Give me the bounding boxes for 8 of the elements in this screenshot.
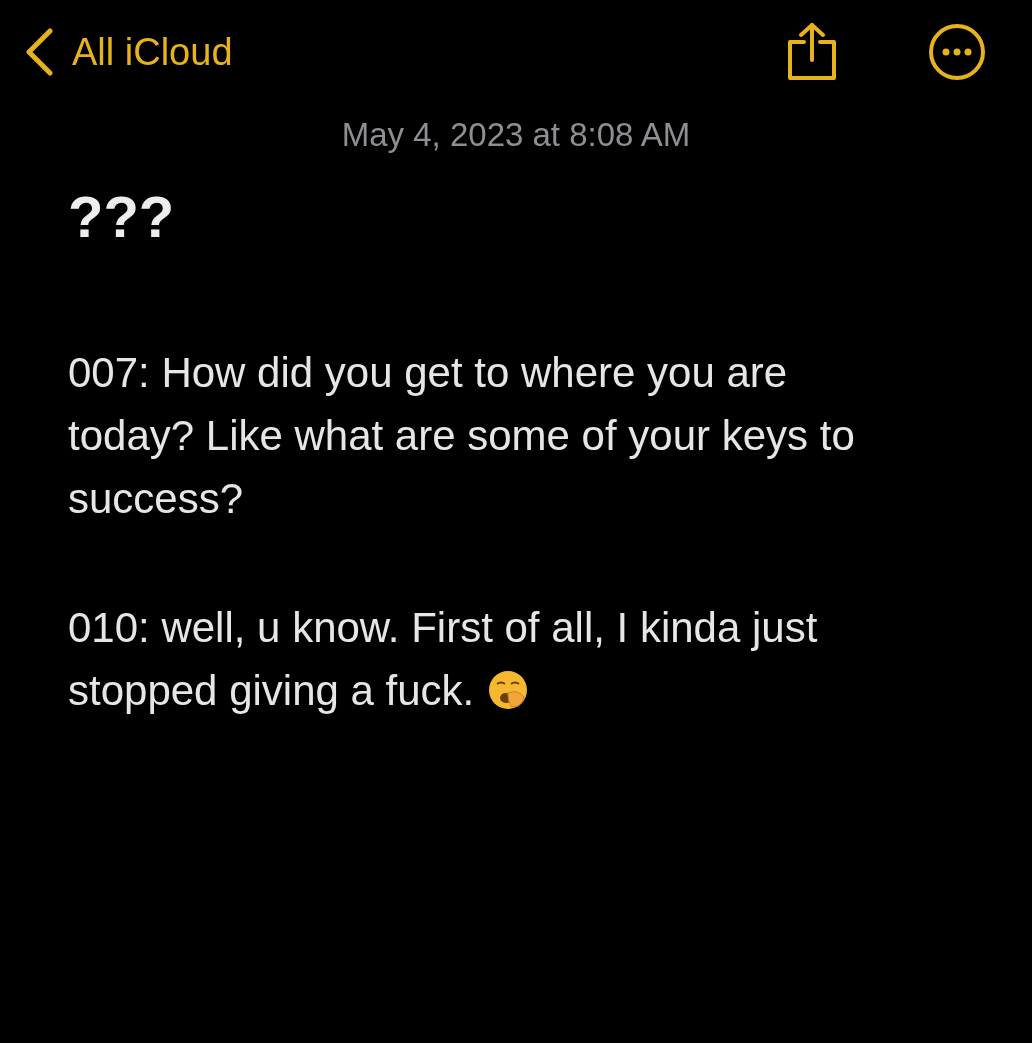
share-icon[interactable] bbox=[786, 22, 838, 82]
note-paragraph: 007: How did you get to where you are today? Like what are some of your keys to success? bbox=[68, 348, 856, 525]
more-icon[interactable] bbox=[928, 23, 986, 81]
back-button[interactable]: All iCloud bbox=[24, 23, 233, 81]
note-date: May 4, 2023 at 8:08 AM bbox=[340, 115, 692, 155]
note-title: ??? bbox=[68, 182, 176, 251]
chevron-left-icon bbox=[24, 28, 54, 76]
note-paragraph: 010: well, u know. First of all, I kinda just stopped giving a fuck. bbox=[68, 603, 819, 717]
